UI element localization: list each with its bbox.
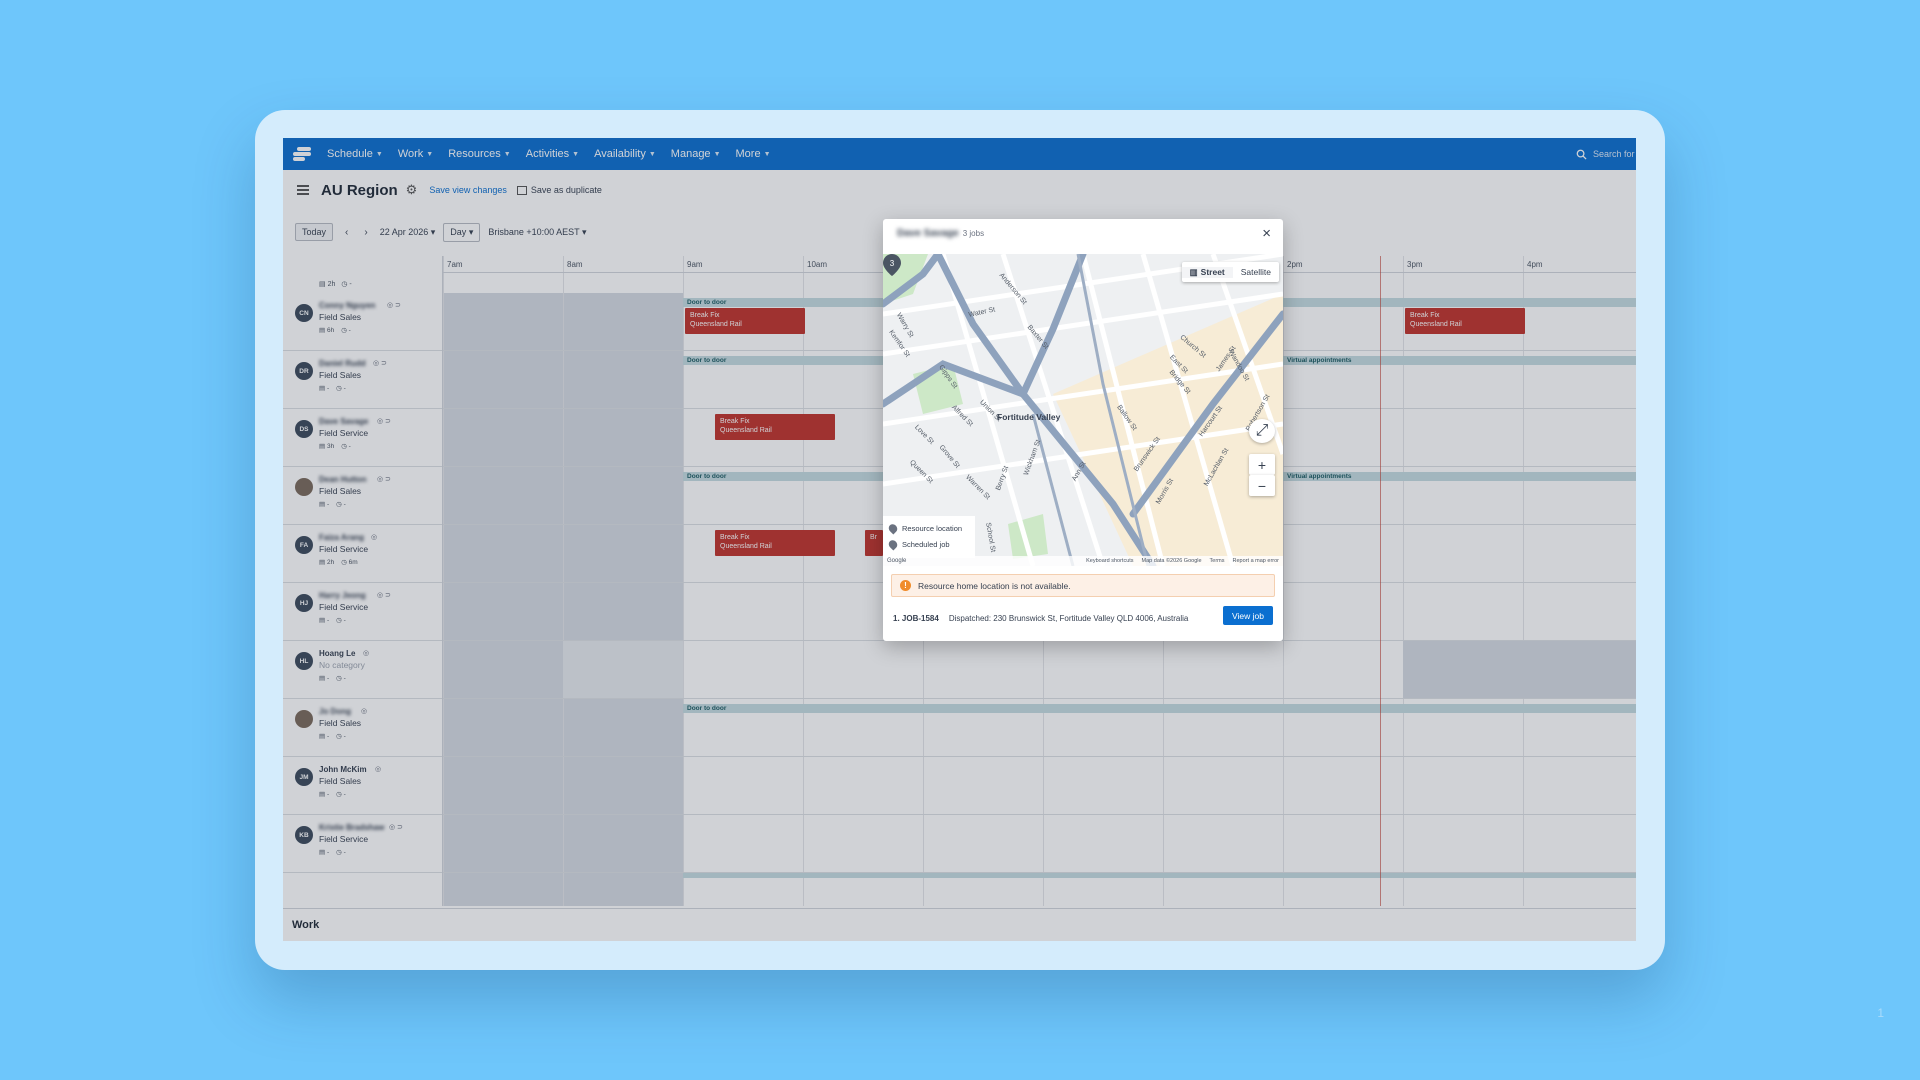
map-view[interactable]: Anderson St Water St Baxter St Warry St … bbox=[883, 254, 1283, 566]
map-type-toggle: ▥ Street Satellite bbox=[1181, 262, 1279, 282]
map-legend: Resource location Scheduled job bbox=[883, 516, 975, 558]
legend-scheduled-job: Scheduled job bbox=[886, 536, 969, 552]
job-address: Dispatched: 230 Brunswick St, Fortitude … bbox=[948, 614, 1189, 623]
pin-icon bbox=[886, 521, 900, 535]
keyboard-shortcuts-link[interactable]: Keyboard shortcuts bbox=[1086, 558, 1133, 564]
map-data-text: Map data ©2026 Google bbox=[1141, 558, 1202, 564]
modal-header: Dave Savage 3 jobs bbox=[897, 228, 984, 239]
terms-link[interactable]: Terms bbox=[1210, 558, 1225, 564]
marker-number: 3 bbox=[890, 259, 895, 268]
map-attribution: Google Keyboard shortcuts Map data ©2026… bbox=[883, 556, 1283, 566]
pin-icon bbox=[886, 537, 900, 551]
job-list-item: 1. JOB-1584 Dispatched: 230 Brunswick St… bbox=[893, 614, 1188, 623]
zoom-in-button[interactable]: + bbox=[1249, 454, 1275, 475]
alert-text: Resource home location is not available. bbox=[918, 580, 1071, 591]
zoom-out-button[interactable]: − bbox=[1249, 475, 1275, 496]
modal-resource-name: Dave Savage bbox=[897, 228, 959, 239]
street-view-option[interactable]: ▥ Street bbox=[1181, 266, 1233, 278]
slide-number: 1 bbox=[1877, 1006, 1884, 1020]
report-error-link[interactable]: Report a map error bbox=[1233, 558, 1279, 564]
resource-map-modal: Dave Savage 3 jobs × Anderson St Water S… bbox=[883, 219, 1283, 641]
close-icon[interactable]: × bbox=[1262, 225, 1271, 242]
legend-resource-location: Resource location bbox=[886, 520, 969, 536]
view-job-button[interactable]: View job bbox=[1223, 606, 1273, 625]
warning-alert: ! Resource home location is not availabl… bbox=[891, 574, 1275, 597]
recenter-icon[interactable]: ⤢ bbox=[1249, 419, 1275, 443]
map-icon: ▥ bbox=[1189, 266, 1198, 277]
job-id: 1. JOB-1584 bbox=[893, 614, 939, 623]
job-marker[interactable]: 3 bbox=[883, 254, 901, 276]
satellite-view-option[interactable]: Satellite bbox=[1233, 267, 1279, 277]
google-logo: Google bbox=[887, 558, 907, 564]
app-screen: Schedule ▼ Work ▼ Resources ▼ Activities ▼ A… bbox=[283, 138, 1636, 941]
place-label: Fortitude Valley bbox=[997, 412, 1061, 422]
warning-icon: ! bbox=[900, 580, 911, 591]
modal-job-count: 3 jobs bbox=[962, 229, 985, 238]
